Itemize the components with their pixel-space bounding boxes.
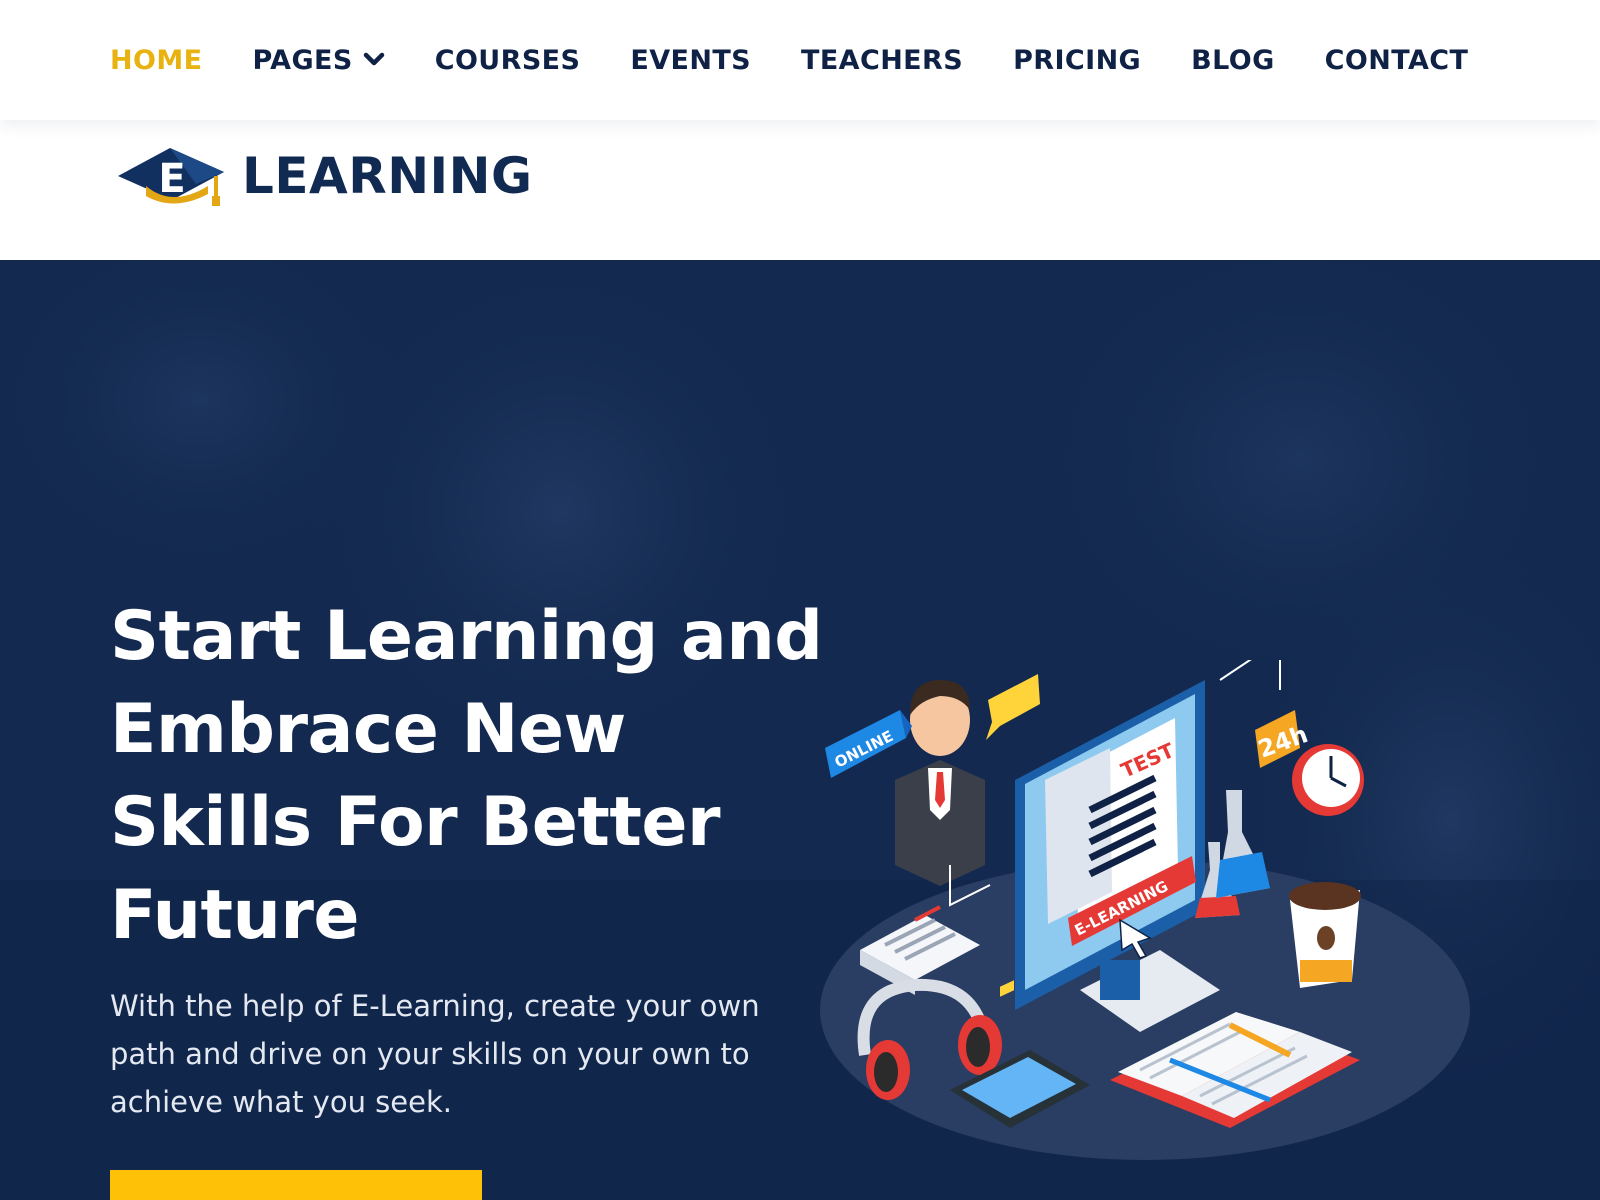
hero-section: Start Learning and Embrace New Skills Fo… (0, 260, 1600, 1200)
nav-item-contact[interactable]: CONTACT (1325, 45, 1469, 76)
nav-item-blog[interactable]: BLOG (1191, 45, 1275, 76)
logo-bar: E LEARNING (0, 120, 1600, 260)
hero-cta-button[interactable] (110, 1170, 482, 1200)
nav-item-label: EVENTS (630, 44, 752, 76)
nav-item-label: HOME (110, 44, 203, 76)
nav-item-pages[interactable]: PAGES (252, 45, 384, 76)
nav-item-label: TEACHERS (801, 44, 964, 76)
nav-item-label: PAGES (252, 44, 353, 76)
nav-menu: HOME PAGES COURSES EVENTS TEACHERS PRICI… (110, 40, 1518, 80)
online-badge: ONLINE (825, 710, 912, 778)
teacher-avatar (895, 680, 985, 886)
nav-item-courses[interactable]: COURSES (435, 45, 581, 76)
nav-item-pricing[interactable]: PRICING (1013, 45, 1141, 76)
clock-icon (1292, 744, 1364, 816)
nav-item-label: PRICING (1013, 44, 1142, 76)
nav-item-label: COURSES (434, 44, 581, 76)
chat-bubble-icon (986, 674, 1040, 740)
nav-item-label: BLOG (1191, 44, 1275, 76)
hero-title: Start Learning and Embrace New Skills Fo… (110, 597, 823, 955)
logo-text: LEARNING (242, 147, 533, 205)
nav-item-events[interactable]: EVENTS (630, 45, 751, 76)
elearning-illustration: TEST E-LEARNING ONLINE 24h (820, 660, 1470, 1160)
site-logo[interactable]: E LEARNING (112, 142, 533, 210)
nav-item-home[interactable]: HOME (110, 45, 202, 76)
logo-mark-letter: E (158, 156, 185, 202)
main-navigation: HOME PAGES COURSES EVENTS TEACHERS PRICI… (0, 0, 1600, 120)
chevron-down-icon (363, 52, 385, 68)
nav-item-teachers[interactable]: TEACHERS (801, 45, 963, 76)
coffee-cup-icon (1289, 882, 1361, 988)
graduation-cap-icon: E (118, 148, 224, 206)
nav-item-label: CONTACT (1324, 44, 1469, 76)
hero-description: With the help of E-Learning, create your… (110, 989, 760, 1119)
